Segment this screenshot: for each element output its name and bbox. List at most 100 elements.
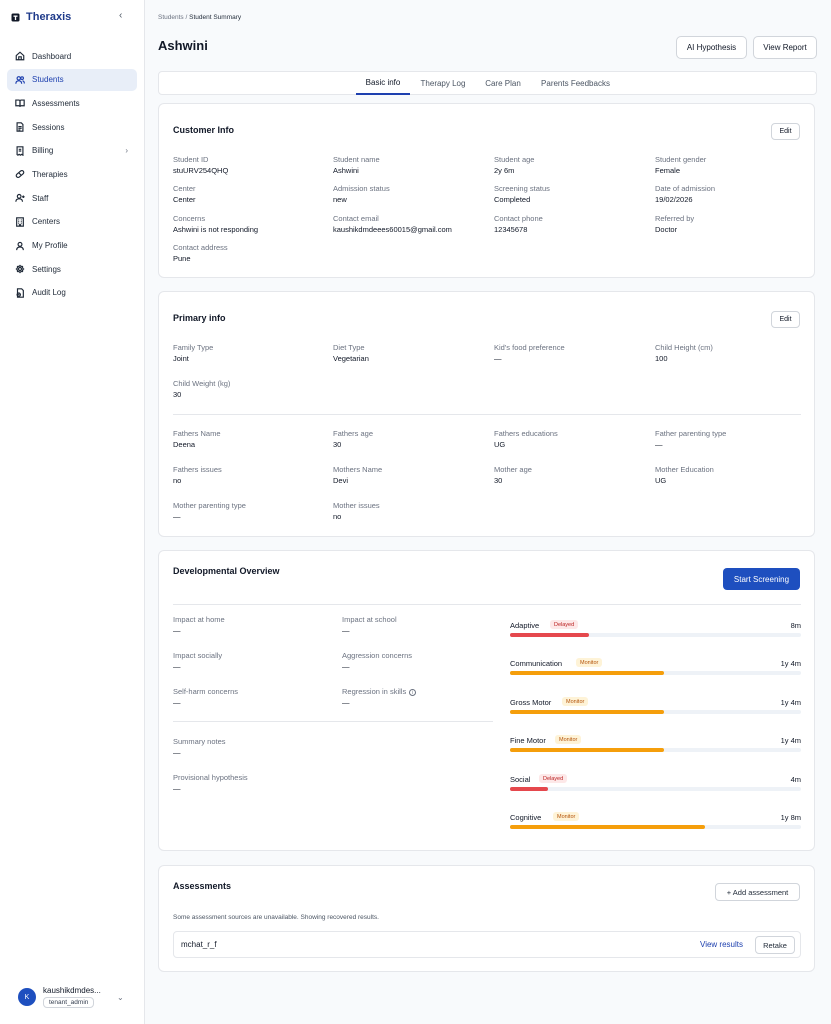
- field-value: Deena: [173, 440, 196, 449]
- progress-fill: [510, 787, 548, 791]
- sidebar-divider: [144, 397, 145, 1024]
- sidebar-item-dashboard[interactable]: Dashboard: [7, 45, 137, 67]
- field-label: Mother age: [494, 465, 532, 474]
- tab-therapy-log[interactable]: Therapy Log: [414, 72, 472, 95]
- field-child-weight: Child Weight (kg) 30: [173, 379, 328, 399]
- field-value: Vegetarian: [333, 354, 369, 363]
- domain-value: 1y 4m: [780, 659, 801, 668]
- sidebar-item-sessions[interactable]: Sessions: [7, 116, 137, 138]
- breadcrumb-separator: /: [185, 14, 188, 21]
- ai-hypothesis-button[interactable]: AI Hypothesis: [676, 36, 747, 59]
- sidebar-item-label: Assessments: [32, 98, 80, 108]
- field-value: UG: [494, 440, 506, 449]
- status-badge: Monitor: [553, 812, 580, 821]
- assessment-name: mchat_r_f: [181, 940, 217, 949]
- field-mother-age: Mother age 30: [494, 465, 649, 485]
- field-child-height: Child Height (cm) 100: [655, 343, 810, 363]
- start-screening-button[interactable]: Start Screening: [723, 568, 800, 590]
- field-contact-address: Contact address Pune: [173, 243, 328, 263]
- sidebar-item-settings[interactable]: Settings: [7, 258, 137, 280]
- field-center: Center Center: [173, 184, 328, 204]
- domain-name: Fine Motor: [510, 736, 546, 745]
- status-badge: Monitor: [555, 735, 582, 744]
- section-divider: [173, 721, 493, 722]
- sidebar-item-students[interactable]: Students: [7, 68, 137, 91]
- collapse-sidebar-icon[interactable]: ‹: [119, 10, 122, 21]
- card-title: Developmental Overview: [173, 566, 280, 576]
- user-icon: [16, 241, 24, 250]
- user-role-badge: tenant_admin: [43, 997, 95, 1008]
- sidebar-item-label: Audit Log: [32, 288, 66, 298]
- field-value: 30: [173, 390, 182, 399]
- field-summary-notes: Summary notes —: [173, 737, 328, 757]
- field-label: Student name: [333, 155, 380, 164]
- domain-name: Social: [510, 775, 531, 784]
- field-mothers-name: Mothers Name Devi: [333, 465, 488, 485]
- field-family-type: Family Type Joint: [173, 343, 328, 363]
- field-label: Regression in skills i: [342, 687, 497, 696]
- breadcrumb-parent[interactable]: Students: [158, 14, 184, 21]
- field-label: Fathers issues: [173, 465, 222, 474]
- tab-care-plan[interactable]: Care Plan: [480, 72, 526, 95]
- field-value: kaushikdmdeees60015@gmail.com: [333, 225, 452, 234]
- field-label: Contact phone: [494, 214, 543, 223]
- chevron-right-icon: ›: [125, 145, 128, 155]
- home-icon: [15, 51, 25, 61]
- sidebar-item-staff[interactable]: Staff: [7, 187, 137, 209]
- sidebar-item-my-profile[interactable]: My Profile: [7, 235, 137, 257]
- field-value: Doctor: [655, 225, 678, 234]
- sidebar-item-billing[interactable]: Billing ›: [7, 140, 137, 162]
- retake-button[interactable]: Retake: [755, 936, 795, 954]
- field-provisional-hypothesis: Provisional hypothesis —: [173, 773, 328, 793]
- progress-track: [510, 633, 801, 637]
- tab-basic-info[interactable]: Basic info: [356, 72, 410, 95]
- field-label: Fathers Name: [173, 429, 221, 438]
- sidebar: Theraxis ‹ Dashboard Students Assessment…: [0, 0, 145, 1024]
- sidebar-item-centers[interactable]: Centers: [7, 211, 137, 233]
- card-title: Primary info: [173, 313, 226, 323]
- chevron-down-icon: ⌄: [117, 993, 124, 1002]
- tab-parents-feedbacks[interactable]: Parents Feedbacks: [534, 72, 617, 95]
- brand[interactable]: Theraxis: [11, 11, 71, 23]
- tab-bar: Basic info Therapy Log Care Plan Parents…: [158, 71, 817, 95]
- breadcrumb-current: Student Summary: [189, 14, 242, 21]
- field-label: Kid's food preference: [494, 343, 565, 352]
- field-label: Self-harm concerns: [173, 687, 239, 696]
- field-label: Child Weight (kg): [173, 379, 231, 388]
- field-fathers-name: Fathers Name Deena: [173, 429, 328, 449]
- field-value: new: [333, 195, 347, 204]
- info-icon[interactable]: i: [409, 688, 417, 696]
- field-value: —: [173, 698, 181, 707]
- view-results-link[interactable]: View results: [700, 940, 743, 949]
- field-label: Center: [173, 184, 196, 193]
- edit-customer-info-button[interactable]: Edit: [771, 123, 800, 140]
- view-report-button[interactable]: View Report: [753, 36, 817, 59]
- customer-info-card: Customer Info Edit Student ID stuURV254QH…: [158, 103, 815, 278]
- domain-cognitive: Cognitive Monitor 1y 8m: [510, 812, 801, 833]
- field-contact-phone: Contact phone 12345678: [494, 214, 649, 234]
- field-regression-in-skills: Regression in skills i —: [342, 687, 497, 707]
- field-value: —: [342, 626, 350, 635]
- field-self-harm-concerns: Self-harm concerns —: [173, 687, 328, 707]
- field-value: 100: [655, 354, 668, 363]
- field-contact-email: Contact email kaushikdmdeees60015@gmail.c…: [333, 214, 488, 234]
- sidebar-item-audit-log[interactable]: Audit Log: [7, 282, 137, 304]
- sidebar-item-assessments[interactable]: Assessments: [7, 92, 137, 114]
- user-menu[interactable]: K kaushikdmdes... tenant_admin ⌄: [18, 986, 130, 1012]
- domain-name: Cognitive: [510, 813, 542, 822]
- add-assessment-button[interactable]: + Add assessment: [715, 883, 800, 901]
- progress-fill: [510, 671, 665, 675]
- field-father-parenting-type: Father parenting type —: [655, 429, 810, 449]
- field-value: stuURV254QHQ: [173, 166, 229, 175]
- sidebar-item-label: Therapies: [32, 169, 68, 179]
- field-diet-type: Diet Type Vegetarian: [333, 343, 488, 363]
- domain-communication: Communication Monitor 1y 4m: [510, 658, 801, 679]
- field-label: Fathers educations: [494, 429, 558, 438]
- progress-fill: [510, 748, 665, 752]
- primary-info-card: Primary info Edit Family Type Joint Diet …: [158, 291, 815, 537]
- sidebar-item-therapies[interactable]: Therapies: [7, 163, 137, 185]
- field-impact-at-school: Impact at school —: [342, 615, 497, 635]
- edit-primary-info-button[interactable]: Edit: [771, 311, 800, 328]
- sidebar-nav: Dashboard Students Assessments Sessions …: [7, 45, 137, 306]
- field-value: 12345678: [494, 225, 528, 234]
